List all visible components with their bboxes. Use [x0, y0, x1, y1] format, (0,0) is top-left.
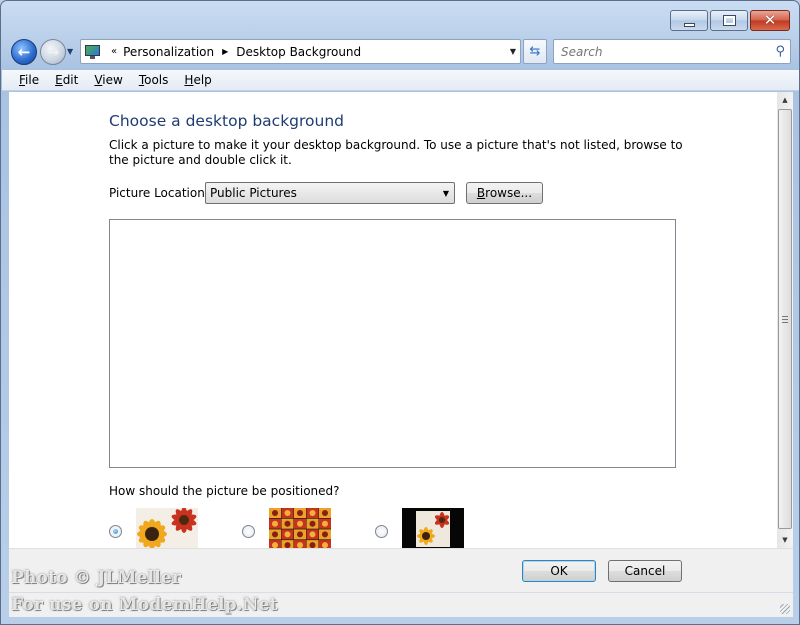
forward-button[interactable]: → — [40, 39, 66, 65]
address-dropdown-icon[interactable]: ▼ — [510, 47, 516, 56]
menu-edit[interactable]: Edit — [47, 73, 86, 87]
position-option-fit[interactable] — [109, 508, 199, 548]
menu-tools[interactable]: Tools — [131, 73, 177, 87]
scroll-up-button[interactable]: ▲ — [777, 92, 793, 108]
breadcrumb-chevron-icon[interactable]: ▶ — [222, 47, 228, 56]
watermark-line-2: For use on ModemHelp.Net — [11, 595, 278, 615]
caption-buttons: ✕ — [670, 10, 790, 31]
watermark-line-1: Photo © JLMeller — [11, 568, 182, 588]
personalization-monitor-icon — [84, 43, 102, 61]
search-input[interactable] — [559, 43, 759, 60]
menu-help[interactable]: Help — [176, 73, 219, 87]
menu-view[interactable]: View — [86, 73, 130, 87]
content-pane: Choose a desktop background Click a pict… — [9, 92, 777, 548]
chevron-down-icon: ▼ — [442, 189, 449, 198]
position-radio-tile[interactable] — [242, 525, 255, 538]
position-question: How should the picture be positioned? — [109, 484, 340, 498]
refresh-button[interactable]: ⇆ — [523, 39, 547, 64]
resize-grip-icon[interactable] — [780, 604, 790, 614]
search-icon[interactable]: ⚲ — [775, 44, 785, 59]
picture-location-select[interactable]: Public Pictures ▼ — [205, 182, 455, 204]
breadcrumb-desktop-background[interactable]: Desktop Background — [236, 45, 361, 59]
back-button[interactable]: ← — [11, 39, 37, 65]
page-description: Click a picture to make it your desktop … — [109, 138, 683, 167]
close-icon: ✕ — [763, 11, 777, 29]
ok-button[interactable]: OK — [522, 560, 596, 582]
breadcrumb-personalization[interactable]: Personalization — [123, 45, 214, 59]
explorer-window: ✕ ← → ▼ « Personalization ▶ Desktop Back… — [0, 0, 800, 625]
menu-bar: File Edit View Tools Help — [2, 70, 799, 91]
menu-file[interactable]: File — [11, 73, 47, 87]
tile-preview-thumbnail[interactable] — [269, 508, 331, 548]
browse-button[interactable]: Browse... — [466, 182, 543, 204]
address-bar[interactable]: « Personalization ▶ Desktop Background ▼ — [80, 39, 521, 64]
navigation-bar: ← → ▼ « Personalization ▶ Desktop Backgr… — [1, 37, 799, 67]
search-box[interactable]: ⚲ — [553, 39, 791, 64]
scroll-thumb[interactable] — [778, 109, 792, 529]
picture-list[interactable] — [109, 219, 676, 468]
close-button[interactable]: ✕ — [750, 10, 790, 31]
maximize-icon — [722, 15, 736, 26]
minimize-icon — [683, 22, 695, 27]
refresh-icon: ⇆ — [529, 44, 541, 59]
position-radio-fit[interactable] — [109, 525, 122, 538]
page-title: Choose a desktop background — [109, 112, 345, 130]
minimize-button[interactable] — [670, 10, 708, 31]
back-arrow-icon: ← — [17, 42, 31, 61]
scroll-down-button[interactable]: ▼ — [777, 532, 793, 548]
vertical-scrollbar[interactable]: ▲ ▼ — [777, 92, 793, 548]
picture-location-value: Public Pictures — [210, 186, 297, 200]
position-radio-center[interactable] — [375, 525, 388, 538]
cancel-button[interactable]: Cancel — [608, 560, 682, 582]
grip-icon — [782, 315, 788, 323]
position-option-center[interactable] — [375, 508, 465, 548]
recent-pages-dropdown[interactable]: ▼ — [67, 47, 73, 56]
picture-location-label: Picture Location — [109, 186, 205, 200]
fit-preview-thumbnail[interactable] — [136, 508, 198, 548]
breadcrumb-overflow[interactable]: « — [111, 46, 117, 57]
position-option-tile[interactable] — [242, 508, 332, 548]
maximize-button[interactable] — [710, 10, 748, 31]
forward-arrow-icon: → — [46, 42, 60, 61]
center-preview-thumbnail[interactable] — [402, 508, 464, 548]
